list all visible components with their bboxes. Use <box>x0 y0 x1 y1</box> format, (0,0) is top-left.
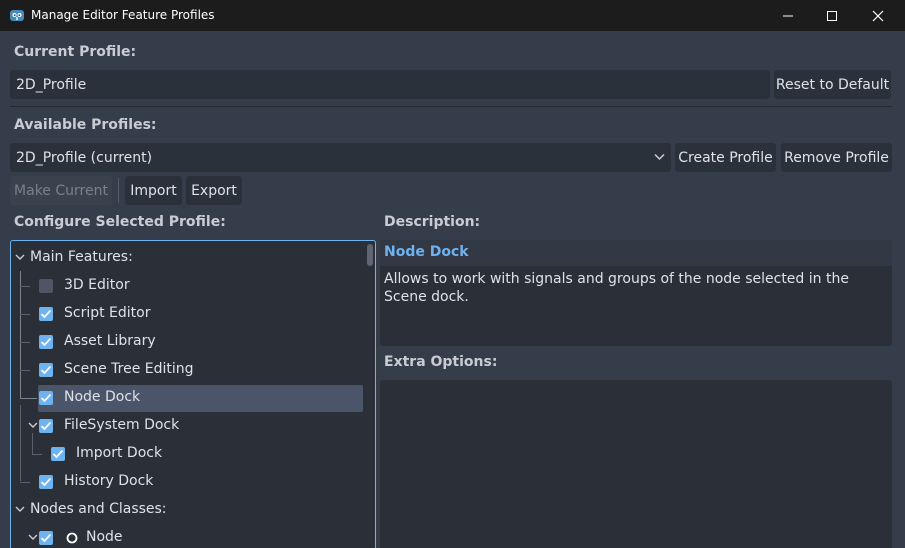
godot-app-icon <box>10 10 24 21</box>
check-icon <box>52 449 64 459</box>
description-text: Allows to work with signals and groups o… <box>384 271 849 305</box>
create-profile-button[interactable]: Create Profile <box>675 143 776 172</box>
collapse-arrow-icon[interactable] <box>15 505 25 513</box>
check-icon <box>40 393 52 403</box>
make-current-button[interactable]: Make Current <box>10 176 112 205</box>
title-bar: Manage Editor Feature Profiles <box>0 0 905 31</box>
description-panel: Node Dock Allows to work with signals an… <box>380 240 892 346</box>
node-class-icon <box>66 532 78 544</box>
reset-to-default-button[interactable]: Reset to Default <box>774 70 891 99</box>
check-icon <box>40 421 52 431</box>
extra-options-panel[interactable] <box>380 380 892 548</box>
tree-label: Node <box>86 529 123 545</box>
current-profile-value: 2D_Profile <box>16 76 87 93</box>
check-icon <box>40 337 52 347</box>
tree-label: Main Features: <box>30 249 133 265</box>
tree-label: 3D Editor <box>64 277 130 293</box>
profile-select[interactable]: 2D_Profile (current) <box>10 143 671 172</box>
check-icon <box>40 365 52 375</box>
tree-row-script-editor[interactable]: Script Editor <box>11 300 361 328</box>
collapse-arrow-icon[interactable] <box>15 253 25 261</box>
maximize-icon <box>827 10 837 21</box>
tree-row-scene-tree-editing[interactable]: Scene Tree Editing <box>11 356 361 384</box>
description-label: Description: <box>384 214 481 230</box>
available-profiles-label: Available Profiles: <box>14 117 157 133</box>
tree-row-history-dock[interactable]: History Dock <box>11 468 361 496</box>
current-profile-label: Current Profile: <box>14 44 137 60</box>
tree-label: Node Dock <box>64 389 141 405</box>
minimize-icon <box>783 15 793 16</box>
profile-select-value: 2D_Profile (current) <box>16 149 153 166</box>
close-icon <box>872 10 884 21</box>
tree-row-3d-editor[interactable]: 3D Editor <box>11 272 361 300</box>
tree-row-node[interactable]: Node <box>11 524 361 548</box>
current-profile-field[interactable]: 2D_Profile <box>10 70 770 99</box>
check-icon <box>40 533 52 543</box>
check-icon <box>40 477 52 487</box>
window-title: Manage Editor Feature Profiles <box>31 8 215 22</box>
maximize-button[interactable] <box>809 0 855 31</box>
checkbox-3d-editor[interactable] <box>39 279 53 293</box>
checkbox-script-editor[interactable] <box>39 307 53 321</box>
remove-profile-button[interactable]: Remove Profile <box>781 143 892 172</box>
configure-profile-label: Configure Selected Profile: <box>14 214 226 230</box>
checkbox-node[interactable] <box>39 531 53 545</box>
tree-label: FileSystem Dock <box>64 417 180 433</box>
tree-label: Script Editor <box>64 305 151 321</box>
tree-label: Asset Library <box>64 333 156 349</box>
checkbox-node-dock[interactable] <box>39 391 53 405</box>
minimize-button[interactable] <box>765 0 811 31</box>
toolbar-separator <box>118 178 119 203</box>
description-header: Node Dock <box>380 240 892 266</box>
description-title: Node Dock <box>384 244 469 260</box>
separator <box>10 106 892 107</box>
close-button[interactable] <box>855 0 901 31</box>
tree-row-asset-library[interactable]: Asset Library <box>11 328 361 356</box>
tree-label: Import Dock <box>76 445 163 461</box>
tree-label: Nodes and Classes: <box>30 501 167 517</box>
chevron-down-icon <box>654 153 665 161</box>
collapse-arrow-icon[interactable] <box>28 533 38 541</box>
extra-options-label: Extra Options: <box>384 354 498 370</box>
tree-row-nodes-and-classes[interactable]: Nodes and Classes: <box>11 496 361 524</box>
tree-row-node-dock[interactable]: Node Dock <box>11 384 361 412</box>
tree-row-filesystem-dock[interactable]: FileSystem Dock <box>11 412 361 440</box>
checkbox-import-dock[interactable] <box>51 447 65 461</box>
tree-row-import-dock[interactable]: Import Dock <box>11 440 361 468</box>
collapse-arrow-icon[interactable] <box>28 421 38 429</box>
import-button[interactable]: Import <box>125 176 182 205</box>
tree-row-main-features[interactable]: Main Features: <box>11 244 361 272</box>
checkbox-history-dock[interactable] <box>39 475 53 489</box>
checkbox-asset-library[interactable] <box>39 335 53 349</box>
tree-label: Scene Tree Editing <box>64 361 194 377</box>
check-icon <box>40 309 52 319</box>
feature-tree[interactable]: Main Features: 3D Editor Script Editor A… <box>10 240 376 548</box>
export-button[interactable]: Export <box>186 176 242 205</box>
checkbox-filesystem-dock[interactable] <box>39 419 53 433</box>
tree-label: History Dock <box>64 473 154 489</box>
checkbox-scene-tree-editing[interactable] <box>39 363 53 377</box>
tree-scrollbar[interactable] <box>367 244 373 266</box>
